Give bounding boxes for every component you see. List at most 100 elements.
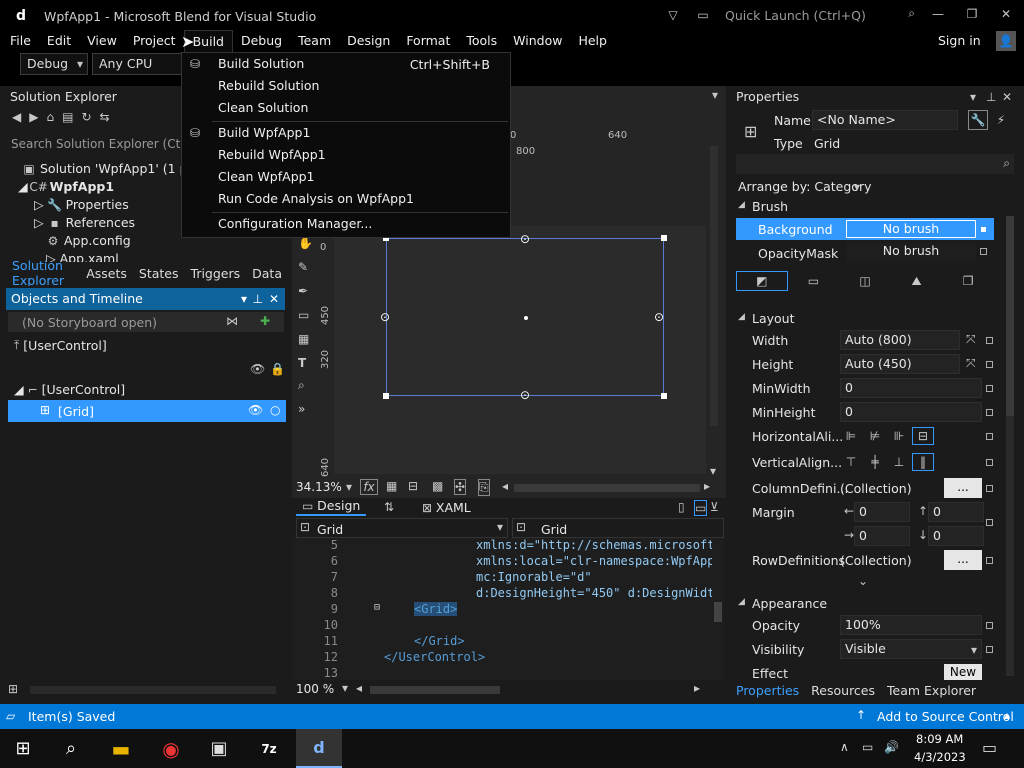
add-icon[interactable]: ✚ (260, 314, 270, 328)
menu-item-configuration-manager[interactable]: Configuration Manager... (218, 213, 372, 235)
menu-item-clean-solution[interactable]: Clean Solution (218, 97, 308, 119)
margin-left-input[interactable]: 0 (854, 502, 910, 522)
align-vstretch-icon[interactable]: ‖ (912, 453, 934, 471)
fold-icon[interactable]: ⊟ (374, 602, 380, 613)
action-center-icon[interactable]: ▭ (982, 738, 997, 757)
opacitymask-value-box[interactable]: No brush (846, 243, 976, 261)
advanced-options-marker[interactable] (986, 409, 993, 416)
fx-effects-icon[interactable]: fx (360, 479, 378, 495)
chevron-up-icon[interactable]: ∧ (840, 740, 849, 754)
tree-project[interactable]: ◢ C# WpfApp1 (0, 178, 180, 196)
scroll-right-icon[interactable]: ▸ (694, 681, 700, 695)
align-top-icon[interactable]: ⊤ (840, 453, 862, 471)
brush-section-title[interactable]: Brush (752, 199, 788, 214)
windows-start-icon[interactable]: ⊞ (0, 729, 46, 768)
quick-launch-input[interactable]: Quick Launch (Ctrl+Q) ⌕ (718, 4, 922, 26)
element-selector-right[interactable]: ⊡ Grid (512, 518, 724, 538)
zoom-select[interactable]: 34.13% ▾ (296, 480, 354, 497)
effect-new-button[interactable]: New (944, 664, 982, 680)
margin-right-input[interactable]: 0 (854, 526, 910, 546)
lock-icon[interactable]: 🔒 (270, 362, 285, 376)
tab-resources[interactable]: Resources (805, 683, 881, 698)
grid-lines-icon[interactable]: ▦ (386, 479, 397, 493)
snap-gridlines-icon[interactable]: ⊟ (408, 479, 418, 493)
scroll-left-icon[interactable]: ◂ (502, 479, 508, 493)
auto-size-icon[interactable]: ⤧ (966, 356, 976, 371)
align-stretch-icon[interactable]: ⊟ (912, 427, 934, 445)
no-brush-icon[interactable]: ◩ (736, 271, 788, 291)
wrench-icon[interactable]: 🔧 (968, 110, 988, 130)
events-lightning-icon[interactable]: ⚡ (992, 110, 1010, 130)
menu-item-rebuild-solution[interactable]: Rebuild Solution (218, 75, 319, 97)
terminal-icon[interactable]: ▣ (196, 729, 242, 768)
align-middle-icon[interactable]: ╪ (864, 453, 886, 471)
snap-snaplines-icon[interactable]: ✣ (454, 479, 467, 495)
close-icon[interactable]: ✕ (269, 292, 279, 306)
visibility-eye-icon[interactable]: 👁 (248, 403, 263, 417)
height-input[interactable]: Auto (450) (840, 354, 960, 374)
resize-handle[interactable] (383, 393, 389, 399)
history-icon[interactable]: ↻ (81, 110, 91, 124)
blend-taskbar-icon[interactable]: d (296, 729, 342, 768)
tree-usercontrol[interactable]: ◢ ⌐ [UserControl] (14, 382, 125, 397)
resize-handle[interactable] (661, 235, 667, 241)
element-selector-left[interactable]: ⊡ Grid ▾ (296, 518, 508, 538)
menu-item-rebuild-project[interactable]: Rebuild WpfApp1 (218, 144, 326, 166)
text-tool-icon[interactable]: T (298, 356, 306, 370)
advanced-options-marker[interactable] (986, 433, 993, 440)
arrange-by-dropdown[interactable]: Arrange by: Category (738, 179, 872, 194)
platform-select[interactable]: Any CPU (92, 53, 182, 75)
file-explorer-icon[interactable]: ▬ (98, 729, 144, 768)
auto-size-icon[interactable]: ⤧ (966, 332, 976, 347)
solid-brush-icon[interactable]: ▭ (788, 271, 840, 291)
xaml-editor[interactable]: 5 xmlns:d="http://schemas.microsoft 6 xmln… (292, 538, 712, 680)
collapse-pane-icon[interactable]: ⊻ (710, 500, 719, 514)
tab-data[interactable]: Data (246, 266, 288, 281)
menu-item-build-project[interactable]: Build WpfApp1 (218, 122, 310, 144)
tab-triggers[interactable]: Triggers (185, 266, 247, 281)
background-marker[interactable] (981, 227, 986, 232)
tree-properties[interactable]: ▷ 🔧 Properties (0, 196, 180, 214)
margin-top-input[interactable]: 0 (928, 502, 984, 522)
menu-window[interactable]: Window (505, 30, 570, 52)
menu-format[interactable]: Format (398, 30, 458, 52)
dropdown-arrow-icon[interactable]: ▾ (712, 88, 718, 102)
sign-in-link[interactable]: Sign in (930, 30, 989, 52)
visibility-eye-icon[interactable]: 👁 (250, 362, 265, 376)
menu-item-run-code-analysis[interactable]: Run Code Analysis on WpfApp1 (218, 188, 414, 210)
tree-appconfig[interactable]: ⚙ App.config (0, 232, 180, 250)
minwidth-input[interactable]: 0 (840, 378, 982, 398)
project-code-icon[interactable]: ⎘ (478, 479, 490, 496)
close-icon[interactable]: ✕ (1002, 90, 1012, 104)
feedback-icon[interactable]: ▭ (694, 6, 712, 24)
align-right-icon[interactable]: ⊪ (888, 427, 910, 445)
code-zoom-value[interactable]: 100 % (296, 682, 334, 696)
expand-more-icon[interactable]: ⌄ (858, 574, 868, 588)
tree-solution[interactable]: ▣ Solution 'WpfApp1' (1 proj (0, 160, 203, 178)
visibility-select[interactable]: Visible ▾ (840, 639, 982, 659)
name-input[interactable]: <No Name> (812, 110, 958, 130)
scroll-right-icon[interactable]: ▸ (704, 479, 710, 493)
more-tools-icon[interactable]: » (298, 402, 305, 416)
menu-project[interactable]: Project (125, 30, 184, 52)
tab-xaml[interactable]: ⊠ XAML (422, 500, 471, 515)
section-expanded-icon[interactable]: ◢ (738, 200, 745, 210)
advanced-options-marker[interactable] (986, 485, 993, 492)
chevron-down-icon[interactable]: ▾ (854, 180, 860, 194)
advanced-options-marker[interactable] (986, 646, 993, 653)
advanced-options-marker[interactable] (986, 337, 993, 344)
section-expanded-icon[interactable]: ◢ (738, 597, 745, 607)
forward-icon[interactable]: ▶ (29, 110, 38, 124)
align-center-icon[interactable]: ⊭ (864, 427, 886, 445)
filter-icon[interactable]: ▽ (664, 6, 682, 24)
properties-scroll-thumb[interactable] (1006, 216, 1014, 416)
home-icon[interactable]: ⌂ (46, 110, 54, 124)
section-expanded-icon[interactable]: ◢ (738, 312, 745, 322)
advanced-options-marker[interactable] (986, 385, 993, 392)
pin-icon[interactable]: ⊥ (986, 90, 996, 104)
switch-views-icon[interactable]: ▤ (62, 110, 73, 124)
rectangle-tool-icon[interactable]: ▭ (298, 308, 309, 322)
pan-tool-icon[interactable]: ✋ (298, 236, 313, 250)
tree-references[interactable]: ▷ ▪ References (0, 214, 180, 232)
scope-row[interactable]: ⤒ [UserControl] (14, 338, 107, 353)
